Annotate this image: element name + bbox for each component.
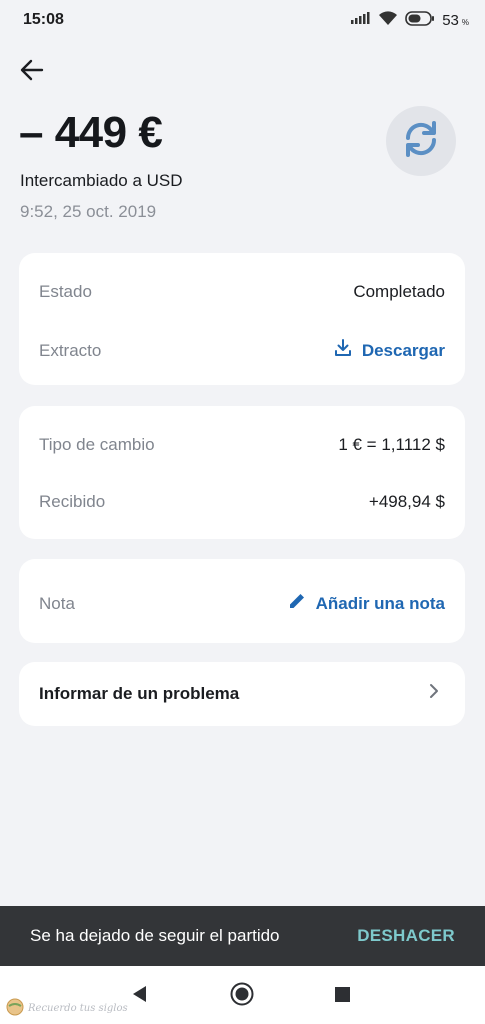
status-bar: 15:08 53 % (0, 0, 485, 40)
status-value: Completado (353, 282, 445, 301)
download-icon (334, 339, 352, 362)
snackbar-message: Se ha dejado de seguir el partido (30, 926, 280, 945)
download-label: Descargar (361, 340, 445, 360)
square-recents-icon (335, 987, 350, 1007)
rate-row: Tipo de cambio 1 € = 1,1112 $ (39, 435, 445, 455)
pencil-icon (288, 592, 306, 615)
nav-home-button[interactable] (230, 982, 254, 1011)
battery-unit: % (461, 17, 469, 27)
battery-level: 53 (442, 11, 459, 29)
transaction-amount: – 449 € (19, 108, 163, 157)
note-label: Nota (39, 593, 75, 613)
undo-button[interactable]: DESHACER (357, 926, 455, 946)
report-problem-label: Informar de un problema (39, 683, 240, 703)
battery-icon (405, 10, 435, 30)
nav-recents-button[interactable] (335, 987, 350, 1007)
triangle-back-icon (131, 985, 149, 1008)
refresh-icon (400, 118, 442, 165)
status-time: 15:08 (23, 11, 64, 28)
back-button[interactable] (14, 55, 50, 89)
status-label: Estado (39, 282, 92, 301)
snackbar: Se ha dejado de seguir el partido DESHAC… (0, 906, 485, 966)
transaction-datetime: 9:52, 25 oct. 2019 (20, 202, 157, 221)
circle-home-icon (230, 982, 254, 1011)
exchange-card: Tipo de cambio 1 € = 1,1112 $ Recibido +… (19, 406, 465, 539)
nav-back-button[interactable] (131, 985, 149, 1008)
status-row: Estado Completado (39, 282, 445, 302)
report-problem-card[interactable]: Informar de un problema (19, 662, 465, 726)
add-note-button[interactable]: Añadir una nota (288, 592, 445, 615)
chevron-right-icon (429, 683, 439, 704)
statement-label: Extracto (39, 340, 102, 360)
status-card: Estado Completado Extracto Descargar (19, 253, 465, 385)
add-note-label: Añadir una nota (315, 593, 445, 613)
download-statement-button[interactable]: Descargar (334, 339, 445, 362)
arrow-left-icon (20, 59, 44, 86)
report-problem-row[interactable]: Informar de un problema (39, 683, 445, 704)
note-row: Nota Añadir una nota (39, 592, 445, 615)
received-value: +498,94 $ (368, 492, 445, 511)
status-icons: 53 % (351, 10, 469, 30)
exchange-icon-badge (386, 106, 456, 176)
received-row: Recibido +498,94 $ (39, 492, 445, 512)
watermark-text: Recuerdo tus siglos (28, 1003, 128, 1014)
transaction-description: Intercambiado a USD (20, 171, 183, 190)
wifi-icon (378, 10, 398, 30)
rate-value: 1 € = 1,1112 $ (338, 435, 445, 454)
received-label: Recibido (39, 492, 106, 511)
statement-row: Extracto Descargar (39, 339, 445, 362)
globe-logo-icon (6, 998, 24, 1019)
rate-label: Tipo de cambio (39, 435, 155, 454)
note-card: Nota Añadir una nota (19, 559, 465, 643)
signal-icon (351, 11, 371, 29)
watermark: Recuerdo tus siglos (6, 998, 128, 1019)
